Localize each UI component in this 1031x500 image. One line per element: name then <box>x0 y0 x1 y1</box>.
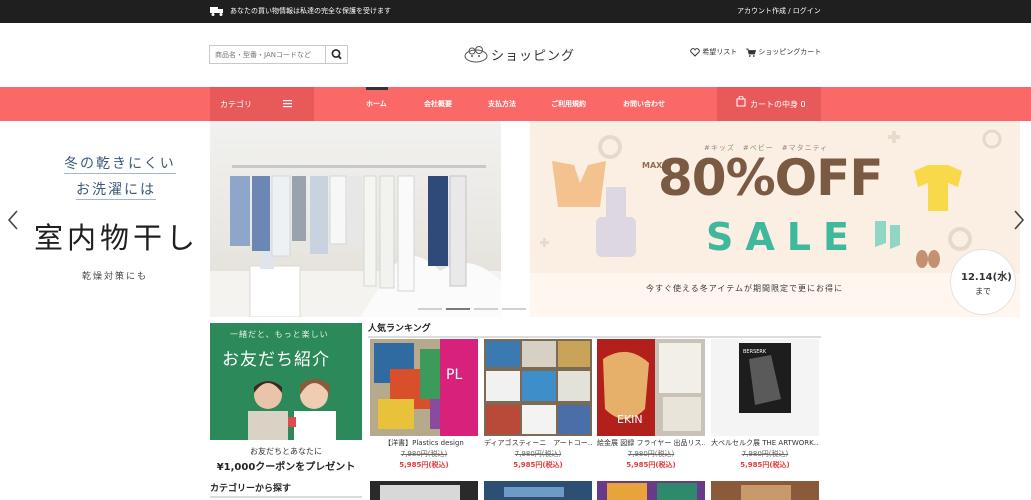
nav-terms[interactable]: ご利用規約 <box>551 99 586 109</box>
search-icon <box>331 49 342 60</box>
product-card[interactable]: EKIN 絵金展 図録 フライヤー 出品リス… 7,980円(税込) 5,985… <box>597 339 705 479</box>
sale-date: 12.14(水) <box>961 272 1012 283</box>
product-card[interactable]: PL 【洋書】Plastics design 7,980円(税込) 5,985円… <box>370 339 478 479</box>
product-image <box>597 481 705 500</box>
product-old-price: 7,980円(税込) <box>514 450 562 458</box>
product-thumb-partial[interactable] <box>711 481 819 500</box>
privacy-notice: あなたの買い物情報は私達の完全な保護を受けます <box>230 7 391 15</box>
carousel-indicators <box>418 308 530 311</box>
product-old-price: 7,980円(税込) <box>400 450 448 458</box>
sale-max: MAX <box>642 161 663 170</box>
account-link[interactable]: アカウント作成 / ログイン <box>737 6 821 16</box>
svg-text:PL: PL <box>446 367 462 383</box>
search-input[interactable] <box>210 46 326 63</box>
top-bar: あなたの買い物情報は私達の完全な保護を受けます アカウント作成 / ログイン <box>0 0 1031 23</box>
product-price: 5,985円(税込) <box>626 461 676 469</box>
nav-cart-label: カートの中身 0 <box>750 100 806 109</box>
hamburger-icon <box>283 100 292 108</box>
product-old-price: 7,980円(税込) <box>627 450 675 458</box>
category-browse-heading: カテゴリーから探す <box>210 481 362 498</box>
product-image: PL <box>370 339 478 436</box>
header: ショッピング 希望リスト ショッピングカート <box>0 23 1031 87</box>
carousel-dot[interactable] <box>502 308 526 310</box>
people-photo <box>230 373 350 440</box>
product-thumb-partial[interactable] <box>597 481 705 500</box>
promo-caption: お友だちとあなたに <box>250 447 322 456</box>
product-price: 5,985円(税込) <box>399 461 449 469</box>
promo-small-text: 一緒だと、もっと楽しい <box>230 330 329 339</box>
cart-icon <box>746 48 756 57</box>
category-menu-button[interactable]: カテゴリ <box>210 87 314 121</box>
shopping-bag-icon <box>736 96 746 107</box>
cart-label: ショッピングカート <box>758 48 822 56</box>
clothes-on-hangers <box>230 175 467 292</box>
banner-slide-sale[interactable]: #キッズ #ベビー #マタニティ MAX 80%OFF SALE 今すぐ使える冬… <box>530 121 1020 317</box>
sale-footer: 今すぐ使える冬アイテムが期間限定で更にお得に <box>530 273 1020 317</box>
search-box <box>209 45 348 64</box>
svg-text:EKIN: EKIN <box>617 413 643 426</box>
shopping-cart-link[interactable]: ショッピングカート <box>746 47 821 57</box>
carousel-dot-active[interactable] <box>446 308 470 310</box>
banner-laundry-line2: お洗濯には <box>76 179 156 200</box>
product-image: EKIN <box>597 339 705 436</box>
ranking-heading: 人気ランキング <box>368 321 821 338</box>
product-price: 5,985円(税込) <box>513 461 563 469</box>
banner-laundry-line1: 冬の乾きにくい <box>64 153 176 174</box>
product-image <box>370 481 478 500</box>
product-image: BERSERK <box>711 339 819 436</box>
friend-referral-banner[interactable]: 一緒だと、もっと楽しい お友だち紹介 <box>210 323 362 440</box>
nav-cart-button[interactable]: カートの中身 0 <box>717 87 821 121</box>
product-thumb-partial[interactable] <box>370 481 478 500</box>
product-price: 5,985円(税込) <box>740 461 790 469</box>
search-button[interactable] <box>325 46 347 63</box>
product-card[interactable]: ディアゴスティーニ アートコー… 7,980円(税込) 5,985円(税込) <box>484 339 592 479</box>
sale-discount: 80%OFF <box>658 149 883 207</box>
wishlist-label: 希望リスト <box>702 48 738 56</box>
nav-payment[interactable]: 支払方法 <box>488 99 516 109</box>
sale-until: まで <box>975 287 991 296</box>
heart-icon <box>690 47 700 57</box>
active-tab-indicator <box>366 87 388 90</box>
product-image <box>484 481 592 500</box>
logo-text: ショッピング <box>491 49 576 64</box>
sale-date-badge: 12.14(水) まで <box>950 249 1016 315</box>
product-image <box>484 339 592 436</box>
banner-slide-laundry[interactable]: 冬の乾きにくい お洗濯には 室内物干し 乾燥対策にも <box>0 121 501 317</box>
nav-contact[interactable]: お問い合わせ <box>623 99 665 109</box>
promo-title: お友だち紹介 <box>222 350 330 370</box>
sale-word: SALE <box>706 215 861 259</box>
carousel-dot[interactable] <box>418 308 442 310</box>
logo-icon <box>464 46 488 63</box>
sale-footer-text: 今すぐ使える冬アイテムが期間限定で更にお得に <box>646 284 843 293</box>
product-name: 【洋書】Plastics design <box>384 439 464 447</box>
product-image <box>711 481 819 500</box>
product-name: ディアゴスティーニ アートコー… <box>484 439 592 447</box>
nav-company[interactable]: 会社概要 <box>424 99 452 109</box>
product-name: 絵金展 図録 フライヤー 出品リス… <box>597 439 705 447</box>
category-label: カテゴリ <box>220 100 252 109</box>
product-card[interactable]: BERSERK 大ベルセルク展 THE ARTWORK… 7,980円(税込) … <box>711 339 819 479</box>
banner-carousel: 冬の乾きにくい お洗濯には 室内物干し 乾燥対策にも #キッズ #ベビー #マタ… <box>0 121 1031 317</box>
nav-home[interactable]: ホーム <box>366 99 387 109</box>
carousel-prev-icon[interactable] <box>6 209 20 231</box>
product-name: 大ベルセルク展 THE ARTWORK… <box>711 439 819 447</box>
product-thumb-partial[interactable] <box>484 481 592 500</box>
wishlist-link[interactable]: 希望リスト <box>690 47 737 57</box>
carousel-next-icon[interactable] <box>1012 209 1026 231</box>
promo-coupon-text: ¥1,000クーポンをプレゼント <box>216 462 356 473</box>
svg-text:BERSERK: BERSERK <box>743 349 767 355</box>
main-nav: カテゴリ ホーム 会社概要 支払方法 ご利用規約 お問い合わせ カートの中身 0 <box>0 87 1031 121</box>
product-old-price: 7,980円(税込) <box>741 450 789 458</box>
banner-laundry-title: 室内物干し <box>34 221 200 255</box>
banner-laundry-subtitle: 乾燥対策にも <box>82 272 149 282</box>
carousel-dot[interactable] <box>474 308 498 310</box>
truck-icon <box>210 7 223 16</box>
